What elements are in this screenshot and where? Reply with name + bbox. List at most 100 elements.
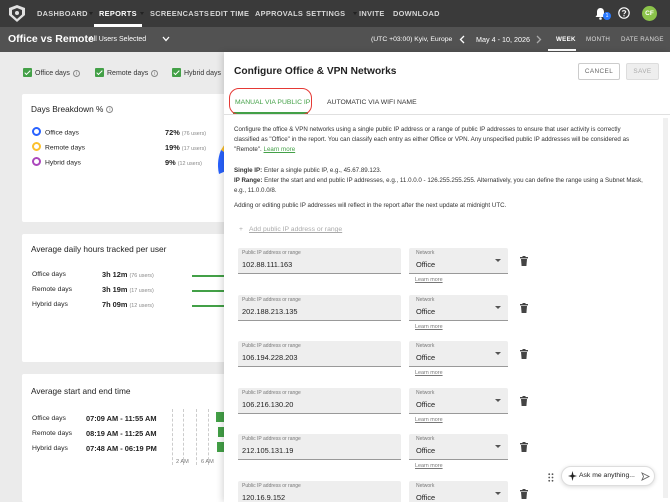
avg-daily-hours-card: Average daily hours tracked per user Off… bbox=[22, 234, 234, 362]
date-range[interactable]: May 4 - 10, 2026 bbox=[476, 27, 530, 52]
network-select[interactable]: Network Office bbox=[409, 248, 508, 274]
filter-hybrid-days[interactable]: Hybrid days bbox=[172, 67, 221, 80]
ip-address-field[interactable]: Public IP address or range 202.188.213.13… bbox=[238, 295, 401, 321]
timezone-label[interactable]: (UTC +03:00) Kyiv, Europe bbox=[371, 27, 452, 52]
caret-down-icon[interactable] bbox=[352, 12, 357, 15]
network-value: Office bbox=[416, 260, 436, 269]
checkbox-checked-icon[interactable] bbox=[23, 67, 32, 77]
network-value: Office bbox=[416, 400, 436, 409]
network-select[interactable]: Network Office bbox=[409, 295, 508, 321]
dropdown-arrow-icon[interactable] bbox=[495, 492, 501, 495]
nav-item-dashboard[interactable]: DASHBOARD bbox=[37, 0, 88, 27]
trash-icon[interactable] bbox=[520, 489, 528, 499]
network-select[interactable]: Network Office bbox=[409, 434, 508, 460]
users-select[interactable]: All Users Selected bbox=[89, 27, 146, 52]
nav-item-reports[interactable]: REPORTS bbox=[99, 0, 137, 27]
grid-line bbox=[183, 409, 184, 465]
info-icon[interactable]: i bbox=[151, 69, 159, 77]
ip-address-field[interactable]: Public IP address or range 102.88.111.163 bbox=[238, 248, 401, 274]
ip-address-field[interactable]: Public IP address or range 106.194.228.20… bbox=[238, 341, 401, 367]
panel-description: Configure the office & VPN networks usin… bbox=[234, 126, 630, 153]
trash-icon[interactable] bbox=[520, 256, 528, 266]
ip-address-field[interactable]: Public IP address or range 212.105.131.19 bbox=[238, 434, 401, 460]
nav-item-edit-time[interactable]: EDIT TIME bbox=[210, 0, 249, 27]
save-button[interactable]: SAVE bbox=[626, 63, 659, 80]
learn-more-link[interactable]: Learn more bbox=[415, 463, 443, 469]
sparkle-icon bbox=[568, 471, 577, 481]
cancel-button[interactable]: CANCEL bbox=[578, 63, 620, 80]
learn-more-link[interactable]: Learn more bbox=[415, 370, 443, 376]
ip-value: 202.188.213.135 bbox=[242, 307, 298, 316]
row-label: Office days bbox=[32, 415, 66, 422]
dropdown-arrow-icon[interactable] bbox=[495, 259, 501, 262]
ask-assistant-input[interactable]: Ask me anything... bbox=[561, 466, 655, 486]
info-icon[interactable]: i bbox=[106, 106, 114, 114]
checkbox-checked-icon[interactable] bbox=[172, 67, 181, 77]
configure-networks-panel: Configure Office & VPN Networks CANCEL S… bbox=[224, 52, 670, 502]
learn-more-link[interactable]: Learn more bbox=[264, 146, 296, 153]
notification-badge: 1 bbox=[603, 12, 611, 20]
card-title: Average daily hours tracked per user bbox=[31, 244, 167, 254]
active-view-indicator bbox=[548, 49, 576, 51]
network-select[interactable]: Network Office bbox=[409, 481, 508, 502]
tab-month[interactable]: MONTH bbox=[586, 27, 610, 52]
learn-more-link[interactable]: Learn more bbox=[415, 417, 443, 423]
nav-item-invite[interactable]: INVITE bbox=[359, 0, 385, 27]
filter-office-days[interactable]: Office days i bbox=[23, 67, 80, 80]
dropdown-arrow-icon[interactable] bbox=[495, 352, 501, 355]
remote-ring-icon bbox=[32, 142, 41, 151]
field-label: Public IP address or range bbox=[242, 343, 301, 349]
filter-remote-days[interactable]: Remote days i bbox=[95, 67, 159, 80]
avg-start-end-card: Average start and end time Office days 0… bbox=[22, 374, 234, 502]
update-notice: Adding or editing public IP addresses wi… bbox=[234, 202, 507, 209]
chevron-left-icon[interactable] bbox=[459, 35, 465, 44]
hybrid-ring-icon bbox=[32, 157, 41, 166]
legend-hybrid: Hybrid days bbox=[32, 157, 81, 168]
nav-item-approvals[interactable]: APPROVALS bbox=[255, 0, 303, 27]
ip-value: 106.216.130.20 bbox=[242, 400, 294, 409]
field-label: Public IP address or range bbox=[242, 390, 301, 396]
nav-item-settings[interactable]: SETTINGS bbox=[306, 0, 345, 27]
logo-icon[interactable] bbox=[9, 5, 25, 22]
chevron-right-icon[interactable] bbox=[536, 35, 542, 44]
panel-title: Configure Office & VPN Networks bbox=[234, 66, 397, 77]
help-icon[interactable] bbox=[618, 7, 630, 19]
single-ip-help: Single IP: Enter a single public IP, e.g… bbox=[234, 167, 382, 174]
scrollbar[interactable] bbox=[663, 118, 668, 498]
network-select[interactable]: Network Office bbox=[409, 388, 508, 414]
trash-icon[interactable] bbox=[520, 349, 528, 359]
send-icon[interactable] bbox=[641, 472, 650, 481]
learn-more-link[interactable]: Learn more bbox=[415, 277, 443, 283]
field-label: Public IP address or range bbox=[242, 483, 301, 489]
network-select[interactable]: Network Office bbox=[409, 341, 508, 367]
add-ip-button[interactable]: + Add public IP address or range bbox=[239, 226, 342, 233]
plus-icon: + bbox=[239, 226, 243, 233]
annotation-highlight bbox=[229, 88, 312, 115]
checkbox-checked-icon[interactable] bbox=[95, 67, 104, 77]
caret-down-icon[interactable] bbox=[140, 12, 145, 15]
tab-date-range[interactable]: DATE RANGE bbox=[621, 27, 664, 52]
chevron-down-icon[interactable] bbox=[162, 36, 170, 42]
ip-address-field[interactable]: Public IP address or range 120.16.9.152 bbox=[238, 481, 401, 502]
assistant-placeholder: Ask me anything... bbox=[579, 472, 635, 479]
learn-more-link[interactable]: Learn more bbox=[415, 324, 443, 330]
legend-office: Office days bbox=[32, 127, 79, 138]
row-value: 3h 19m (17 users) bbox=[102, 285, 154, 294]
caret-down-icon[interactable] bbox=[88, 12, 93, 15]
avatar[interactable]: CF bbox=[642, 6, 657, 21]
drag-handle-icon[interactable] bbox=[548, 473, 554, 482]
field-label: Network bbox=[416, 436, 435, 442]
trash-icon[interactable] bbox=[520, 303, 528, 313]
trash-icon[interactable] bbox=[520, 396, 528, 406]
dropdown-arrow-icon[interactable] bbox=[495, 306, 501, 309]
add-ip-label: Add public IP address or range bbox=[248, 226, 343, 233]
dropdown-arrow-icon[interactable] bbox=[495, 399, 501, 402]
trash-icon[interactable] bbox=[520, 442, 528, 452]
row-label: Remote days bbox=[32, 430, 73, 437]
tab-automatic-wifi[interactable]: AUTOMATIC VIA WIFI NAME bbox=[327, 99, 417, 106]
dropdown-arrow-icon[interactable] bbox=[495, 445, 501, 448]
ip-address-field[interactable]: Public IP address or range 106.216.130.20 bbox=[238, 388, 401, 414]
info-icon[interactable]: i bbox=[72, 69, 80, 77]
nav-item-download[interactable]: DOWNLOAD bbox=[393, 0, 440, 27]
nav-item-screencasts[interactable]: SCREENCASTS bbox=[150, 0, 209, 27]
